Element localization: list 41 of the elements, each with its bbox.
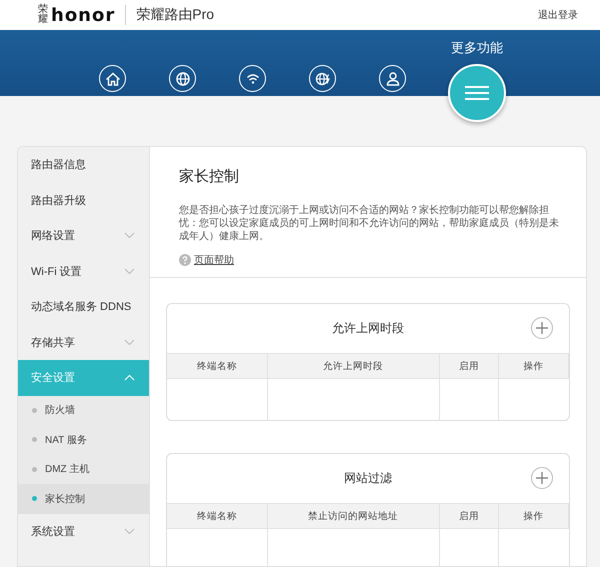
column-header: 终端名称	[167, 504, 268, 529]
column-header: 允许上网时段	[268, 354, 440, 379]
add-button[interactable]	[531, 467, 553, 489]
column-header: 启用	[440, 354, 500, 379]
sidebar-subitem[interactable]: NAT 服务	[18, 425, 149, 454]
description: 您是否担心孩子过度沉溺于上网或访问不合适的网站？家长控制功能可以帮您解除担忧：您可以设定家庭成员的可上网时间和不允许访问的网站，帮助家庭成员（特别是未成年人）健康上网。	[179, 204, 560, 243]
menu-icon	[465, 86, 489, 100]
plus-icon	[536, 322, 548, 334]
sidebar-item[interactable]: 路由器信息	[18, 147, 149, 182]
sidebar-subitem[interactable]: DMZ 主机	[18, 454, 149, 484]
sidebar-subitem[interactable]: 家长控制	[18, 484, 149, 514]
sidebar-item[interactable]: 路由器升级	[18, 182, 149, 218]
page-title: 家长控制	[179, 167, 240, 186]
sidebar-item[interactable]: 动态域名服务 DDNS	[18, 289, 149, 324]
nav-button[interactable]	[379, 65, 406, 92]
column-header: 操作	[499, 504, 569, 529]
nav-button[interactable]	[309, 65, 336, 92]
nav-button[interactable]	[239, 65, 266, 92]
add-button[interactable]	[531, 317, 553, 339]
column-header: 终端名称	[167, 354, 268, 379]
column-header: 操作	[499, 354, 569, 379]
nav-button[interactable]	[99, 65, 126, 92]
sidebar-subitem[interactable]: 防火墙	[18, 396, 149, 425]
logo: honor	[51, 4, 116, 26]
logout-link[interactable]: 退出登录	[538, 8, 578, 22]
nav-button[interactable]	[169, 65, 196, 92]
sidebar-item[interactable]: Wi-Fi 设置	[18, 254, 149, 289]
column-header: 禁止访问的网站地址	[268, 504, 440, 529]
sidebar-item[interactable]: 网络设置	[18, 218, 149, 254]
more-label: 更多功能	[451, 40, 503, 56]
logo-mark: 荣耀	[38, 5, 48, 25]
sidebar-item[interactable]: 系统设置	[18, 514, 149, 549]
help-icon	[179, 254, 191, 266]
card-title: 网站过滤	[344, 470, 392, 487]
sidebar-item[interactable]: 存储共享	[18, 324, 149, 360]
nav-button[interactable]	[448, 64, 506, 122]
help-link[interactable]: 页面帮助	[179, 253, 234, 267]
plus-icon	[536, 472, 548, 484]
column-header: 启用	[440, 504, 500, 529]
card-title: 允许上网时段	[332, 320, 404, 337]
product-name: 荣耀路由Pro	[136, 6, 214, 24]
